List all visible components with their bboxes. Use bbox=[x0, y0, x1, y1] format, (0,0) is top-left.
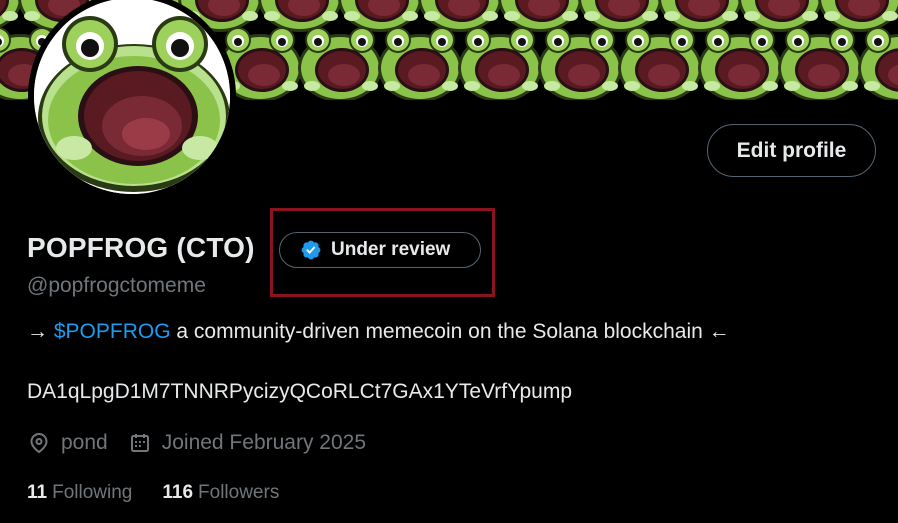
location-pin-icon bbox=[27, 431, 51, 455]
edit-profile-button[interactable]: Edit profile bbox=[707, 124, 876, 177]
avatar[interactable] bbox=[28, 0, 236, 200]
location-text: pond bbox=[61, 431, 108, 454]
location-item: pond bbox=[27, 431, 108, 455]
profile-bio: → $POPFROG a community-driven memecoin o… bbox=[27, 320, 730, 344]
frog-avatar-image bbox=[34, 0, 230, 194]
following-label: Following bbox=[52, 482, 133, 503]
profile-meta: pond Joined February 2025 bbox=[27, 428, 386, 458]
contract-address: DA1qLpgD1M7TNNRPycizyQCoRLCt7GAx1YTeVrfY… bbox=[27, 380, 573, 403]
cashtag-link[interactable]: $POPFROG bbox=[54, 320, 171, 343]
joined-date-text: Joined February 2025 bbox=[161, 431, 367, 454]
verification-status-label: Under review bbox=[331, 239, 451, 260]
follow-stats: 11 Following 116 Followers bbox=[27, 482, 309, 504]
calendar-icon bbox=[128, 431, 152, 455]
followers-label: Followers bbox=[198, 482, 280, 503]
following-link[interactable]: 11 Following bbox=[27, 482, 132, 504]
followers-link[interactable]: 116 Followers bbox=[162, 482, 279, 504]
following-count: 11 bbox=[27, 482, 48, 503]
username-handle: @popfrogctomeme bbox=[27, 274, 206, 297]
bio-text: a community-driven memecoin on the Solan… bbox=[170, 320, 730, 343]
verification-status-button[interactable]: Under review bbox=[279, 232, 481, 268]
bio-prefix: → bbox=[27, 320, 54, 343]
joined-item: Joined February 2025 bbox=[128, 431, 366, 455]
verified-badge-icon bbox=[300, 239, 322, 261]
followers-count: 116 bbox=[162, 482, 194, 503]
display-name: POPFROG (CTO) bbox=[27, 232, 255, 263]
